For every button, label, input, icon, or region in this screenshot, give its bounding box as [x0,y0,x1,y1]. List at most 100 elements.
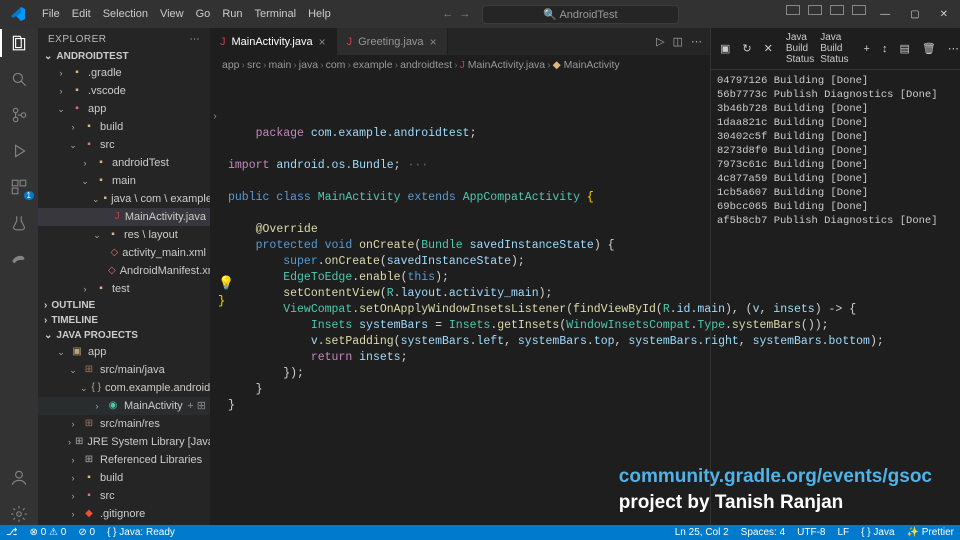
tree--gradle[interactable]: ›▪.gradle [38,64,210,82]
tree-app[interactable]: ⌄▪app [38,100,210,118]
sb-LF[interactable]: LF [838,527,850,538]
command-center[interactable]: 🔍 AndroidTest [482,5,678,24]
gear-icon[interactable] [8,503,30,525]
tab-mainactivity-java[interactable]: JMainActivity.java× [210,28,337,55]
statusbar: ⎇ ⊗ 0 ⚠ 0 ⊘ 0 { } Java: Ready Ln 25, Col 2 S… [0,525,960,540]
tree--vscode[interactable]: ›▪.vscode [38,82,210,100]
sb-Spaces:[interactable]: Spaces: 4 [741,527,785,538]
menu-edit[interactable]: Edit [66,6,97,22]
code-editor[interactable]: 💡 } package com.example.androidtest; ›im… [210,74,710,418]
search-view-icon[interactable] [8,68,30,90]
sort-icon[interactable]: ↕ [879,43,891,55]
search-icon: 🔍 [543,9,557,21]
activity-bar: 1 [0,28,38,525]
tree-build[interactable]: ›▪build [38,118,210,136]
crumb-mainactivity-java[interactable]: J MainActivity.java [460,59,546,71]
menu-file[interactable]: File [36,6,66,22]
crumb-java[interactable]: java [299,59,318,71]
add-icon[interactable]: + [861,43,873,55]
minimize-icon[interactable]: — [872,5,898,24]
panel-more-icon[interactable]: ⋯ [945,42,960,55]
section-java-projects[interactable]: ⌄JAVA PROJECTS [38,328,210,343]
menu-terminal[interactable]: Terminal [249,6,303,22]
maximize-icon[interactable]: ▢ [902,5,927,24]
testing-icon[interactable] [8,212,30,234]
crumb-src[interactable]: src [247,59,261,71]
tab-close-icon[interactable]: × [319,35,326,49]
scm-icon[interactable] [8,104,30,126]
crumb-androidtest[interactable]: androidtest [400,59,452,71]
layout-bottom-icon[interactable] [808,5,822,15]
crumb-mainactivity[interactable]: ◆ MainActivity [553,59,620,71]
account-icon[interactable] [8,467,30,489]
sb-⊗ 0 ⚠ 0[interactable]: ⊗ 0 ⚠ 0 [30,527,67,538]
tree-test[interactable]: ›▪test [38,280,210,298]
folder-root[interactable]: ⌄ANDROIDTEST [38,49,210,64]
run-icon[interactable]: ▷ [656,35,664,48]
tree-androidmanifest-xml[interactable]: ◇AndroidManifest.xml [38,262,210,280]
layout-right-icon[interactable] [830,5,844,15]
layout-left-icon[interactable] [786,5,800,15]
tree-main[interactable]: ⌄▪main [38,172,210,190]
sidebar-title: EXPLORER [48,34,106,45]
proj--gitignore[interactable]: ›◆.gitignore [38,505,210,523]
trash-icon[interactable]: 🗑 [919,42,939,55]
proj-jre-system-library-javase-21-[interactable]: ›⊞JRE System Library [JavaSE-21] [38,433,210,451]
overlay-caption: community.gradle.org/events/gsoc project… [619,466,932,514]
menu-help[interactable]: Help [302,6,337,22]
rerun-icon[interactable]: ↻ [739,42,754,55]
sb-⎇[interactable]: ⎇ [6,527,18,538]
overlay-byline: project by Tanish Ranjan [619,492,932,514]
proj-com-example-androidtest[interactable]: ⌄{ }com.example.androidtest [38,379,210,397]
gradle-icon[interactable] [8,248,30,270]
explorer-icon[interactable] [8,32,30,54]
sb-{ } Java[interactable]: { } Java [861,527,894,538]
breadcrumb[interactable]: app›src›main›java›com›example›androidtes… [210,56,710,74]
proj-mainactivity[interactable]: ›◉MainActivity+ ⊞ [38,397,210,415]
menu-view[interactable]: View [154,6,190,22]
sb-{ } Java[interactable]: { } Java: Ready [107,527,175,538]
sb-⊘ 0[interactable]: ⊘ 0 [78,527,95,538]
crumb-com[interactable]: com [326,59,346,71]
proj-src[interactable]: ›▪src [38,487,210,505]
section-timeline[interactable]: ›TIMELINE [38,313,210,328]
split-icon[interactable]: ◫ [673,35,683,48]
tab-close-icon[interactable]: × [430,35,437,49]
extensions-icon[interactable]: 1 [8,176,30,198]
tree-src[interactable]: ⌄▪src [38,136,210,154]
sidebar-more-icon[interactable]: ⋯ [190,34,201,45]
sb-Ln 25, C[interactable]: Ln 25, Col 2 [675,527,729,538]
proj-build-gradle[interactable]: ›◆build.gradle [38,523,210,525]
proj-src-main-res[interactable]: ›⊞src/main/res [38,415,210,433]
clear-icon[interactable]: ✕ [761,42,776,55]
section-outline[interactable]: ›OUTLINE [38,298,210,313]
crumb-app[interactable]: app [222,59,240,71]
layout-full-icon[interactable] [852,5,866,15]
lightbulb-icon[interactable]: 💡 [218,276,234,292]
crumb-main[interactable]: main [269,59,292,71]
tree-res-layout[interactable]: ⌄▪res \ layout [38,226,210,244]
menu-run[interactable]: Run [216,6,248,22]
nav-back-icon[interactable]: ← [442,8,453,20]
proj-build[interactable]: ›▪build [38,469,210,487]
tree-androidtest[interactable]: ›▪androidTest [38,154,210,172]
pin-icon[interactable]: ▤ [896,42,912,55]
close-icon[interactable]: ✕ [932,5,956,24]
debug-icon[interactable] [8,140,30,162]
sb-✨ Pretti[interactable]: ✨ Prettier [907,527,954,538]
crumb-example[interactable]: example [353,59,393,71]
menu-go[interactable]: Go [190,6,217,22]
proj-app[interactable]: ⌄▣app [38,343,210,361]
sidebar: EXPLORER ⋯ ⌄ANDROIDTEST ›▪.gradle›▪.vsco… [38,28,210,525]
stop-icon[interactable]: ▣ [717,42,733,55]
sb-UTF-8[interactable]: UTF-8 [797,527,825,538]
proj-referenced-libraries[interactable]: ›⊞Referenced Libraries [38,451,210,469]
more-icon[interactable]: ⋯ [691,35,702,48]
nav-fwd-icon[interactable]: → [459,8,470,20]
tree-activity-main-xml[interactable]: ◇activity_main.xml [38,244,210,262]
tree-java-com-example-androidtest[interactable]: ⌄▪java \ com \ example \ androidtest [38,190,210,208]
menu-selection[interactable]: Selection [97,6,154,22]
proj-src-main-java[interactable]: ⌄⊞src/main/java [38,361,210,379]
tree-mainactivity-java[interactable]: JMainActivity.java [38,208,210,226]
tab-greeting-java[interactable]: JGreeting.java× [337,28,448,55]
